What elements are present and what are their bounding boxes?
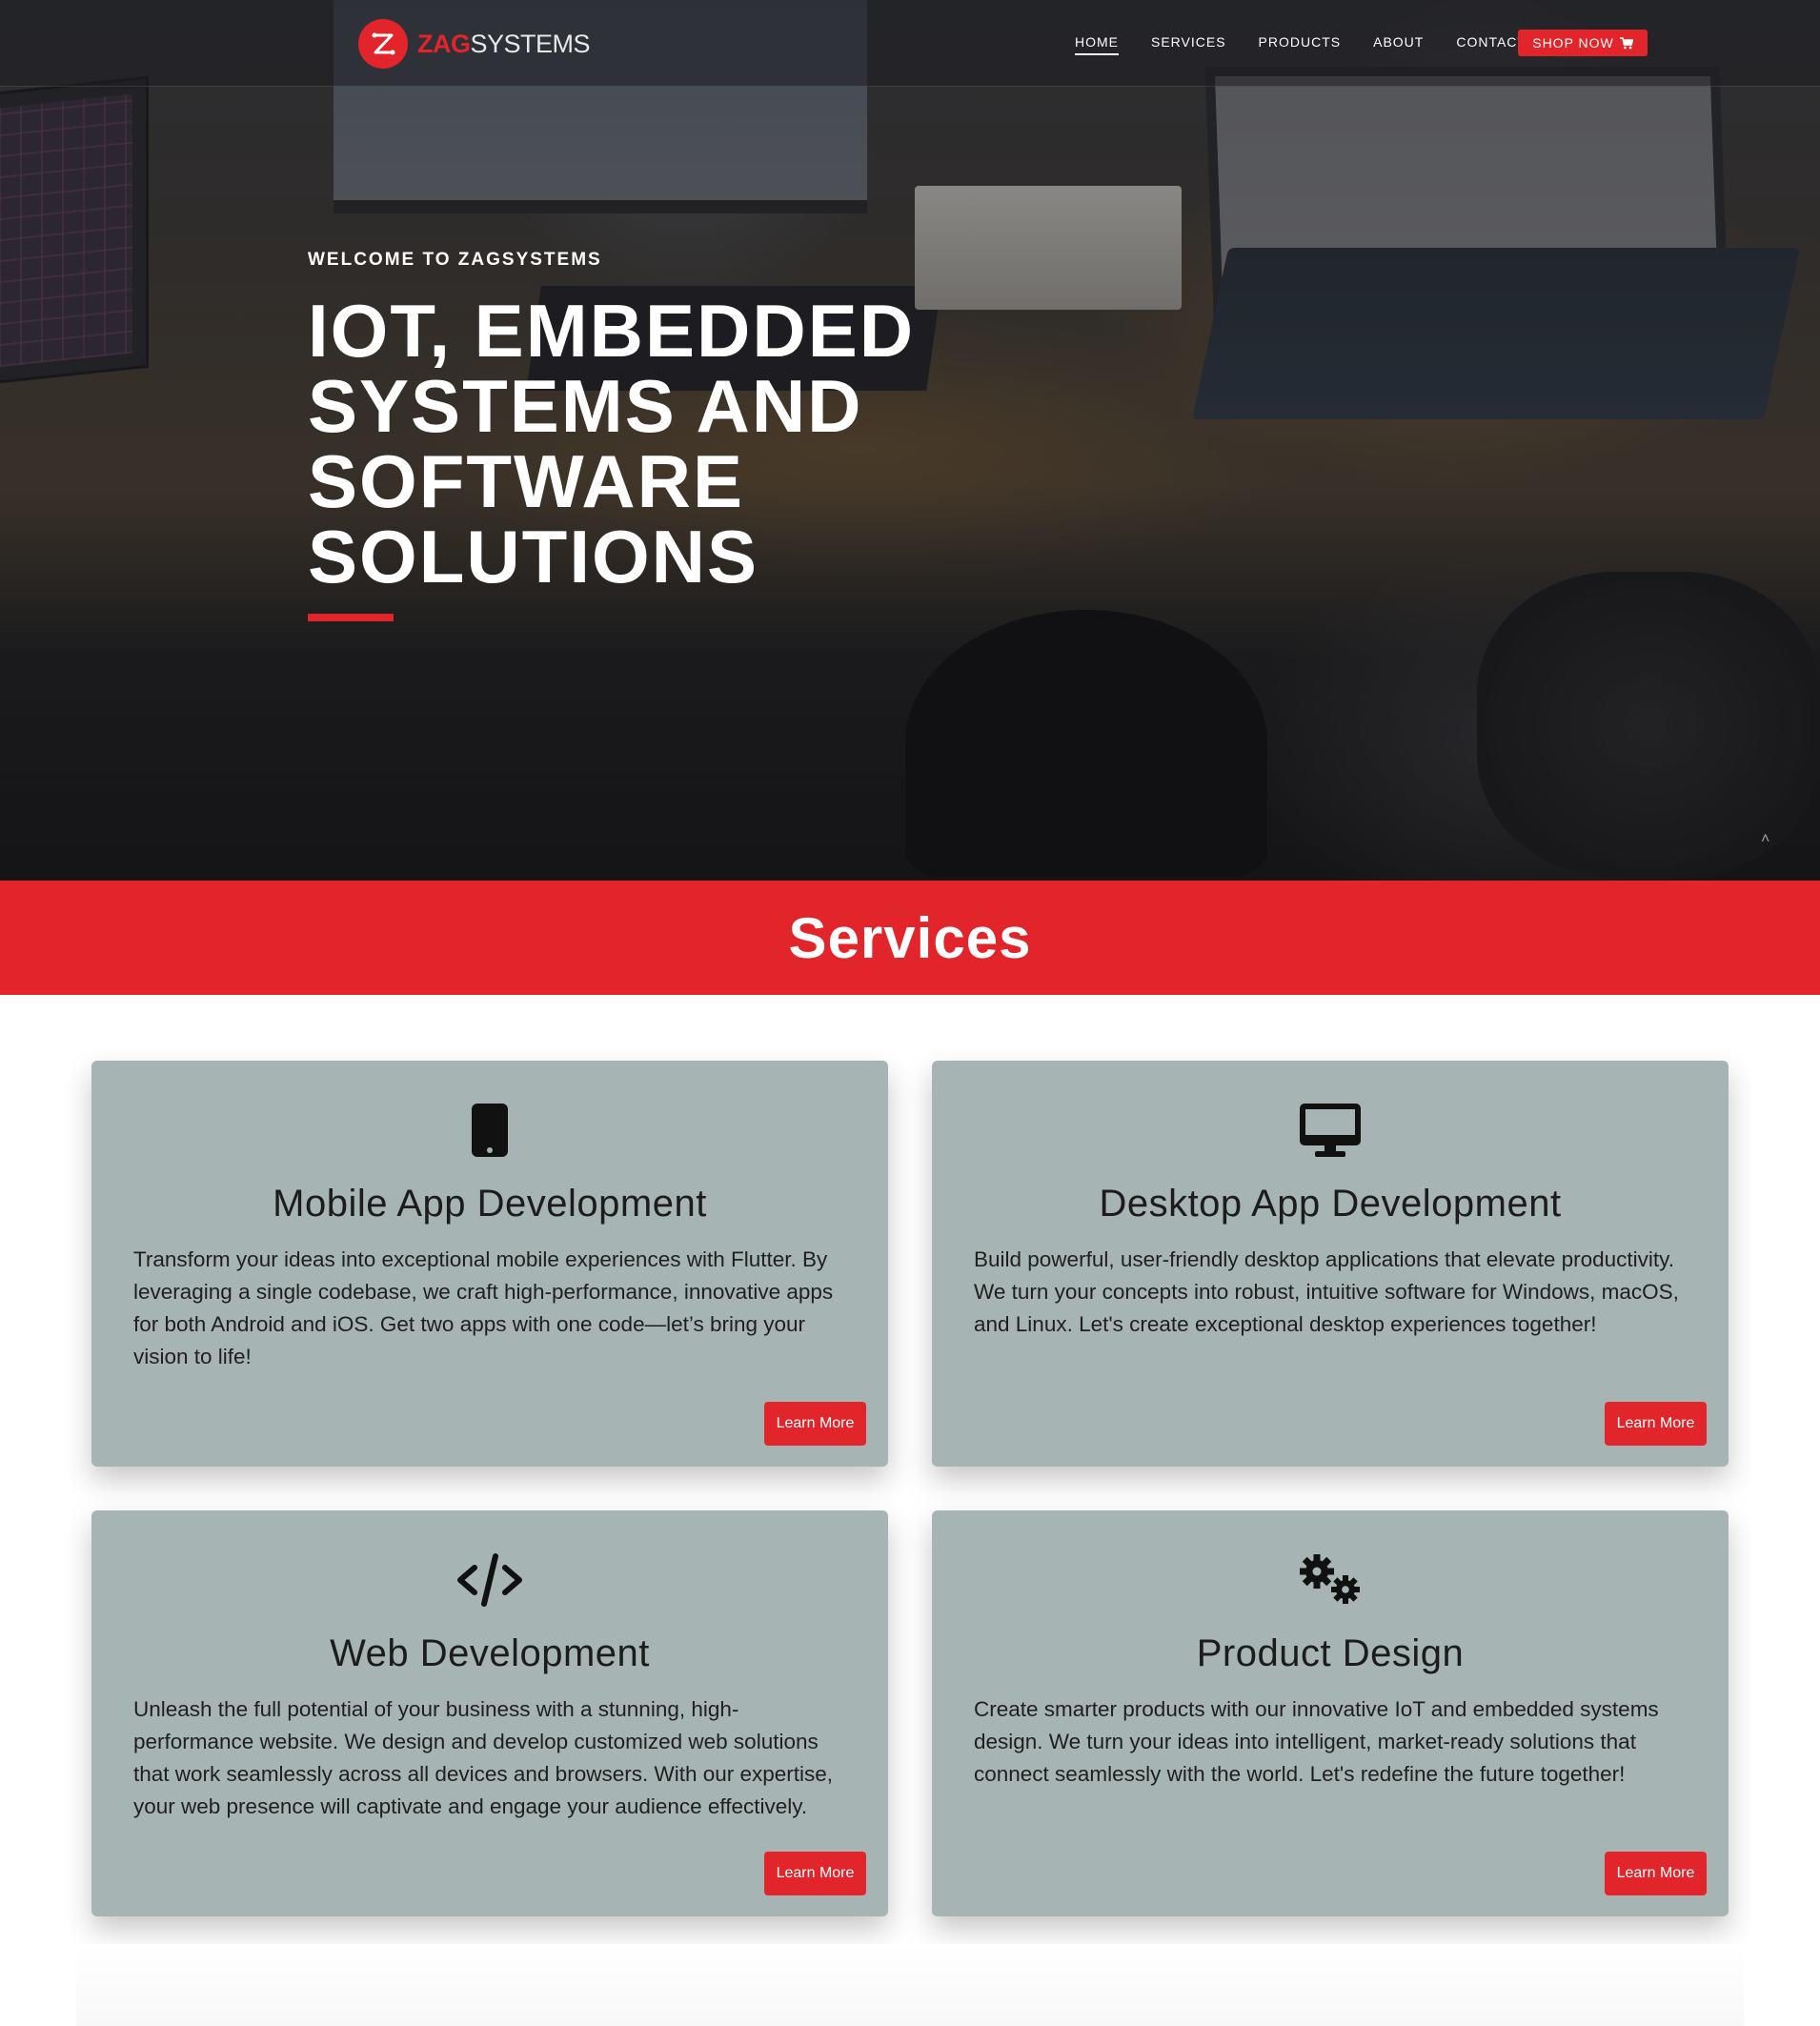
logo-zag-text: ZAG [417,29,471,58]
nav-products[interactable]: PRODUCTS [1259,34,1342,55]
hero-section: ZAGSYSTEMS HOME SERVICES PRODUCTS ABOUT … [0,0,1820,881]
logo-systems-text: SYSTEMS [470,29,591,58]
nav-services[interactable]: SERVICES [1151,34,1226,55]
code-icon [91,1552,888,1619]
next-section-preview [76,1944,1744,2026]
nav-home[interactable]: HOME [1075,34,1119,55]
service-card-description: Unleash the full potential of your busin… [133,1697,834,1818]
shop-now-label: SHOP NOW [1532,35,1614,51]
nav-contact[interactable]: CONTACT [1456,34,1527,55]
learn-more-button[interactable]: Learn More [764,1852,866,1895]
learn-more-button[interactable]: Learn More [1605,1852,1707,1895]
services-banner: Services [0,881,1820,995]
services-title: Services [788,905,1032,970]
chevron-up-icon[interactable]: ˄ [1761,831,1769,848]
learn-more-button[interactable]: Learn More [764,1402,866,1446]
service-card-web: Web Development Unleash the full potenti… [91,1510,888,1916]
learn-more-button[interactable]: Learn More [1605,1402,1707,1446]
service-card-description: Create smarter products with our innovat… [974,1697,1659,1786]
service-card-mobile: Mobile App Development Transform your id… [91,1061,888,1467]
desktop-monitor-icon [932,1103,1729,1169]
service-card-description: Build powerful, user-friendly desktop ap… [974,1247,1679,1336]
hero-welcome-text: WELCOME TO ZAGSYSTEMS [308,250,602,270]
service-card-title: Product Design [1196,1632,1465,1674]
cart-icon [1619,36,1633,49]
service-card-product-design: Product Design Create smarter products w… [932,1510,1729,1916]
service-card-title: Desktop App Development [1099,1183,1562,1225]
main-menu: HOME SERVICES PRODUCTS ABOUT CONTACT [1075,34,1559,55]
service-card-title: Mobile App Development [273,1183,707,1225]
hero-title: IOT, EMBEDDED SYSTEMS AND SOFTWARE SOLUT… [308,289,916,598]
service-card-description: Transform your ideas into exceptional mo… [133,1247,834,1368]
nav-about[interactable]: ABOUT [1373,34,1424,55]
logo-wordmark: ZAGSYSTEMS [417,29,591,59]
hero-content: WELCOME TO ZAGSYSTEMS IOT, EMBEDDED SYST… [308,250,1032,621]
gears-icon [932,1552,1729,1619]
top-navigation: ZAGSYSTEMS HOME SERVICES PRODUCTS ABOUT … [0,0,1820,87]
logo-z-icon [358,19,408,69]
service-card-desktop: Desktop App Development Build powerful, … [932,1061,1729,1467]
mobile-phone-icon [91,1103,888,1169]
shop-now-button[interactable]: SHOP NOW [1518,30,1648,56]
service-card-title: Web Development [330,1632,650,1674]
site-logo[interactable]: ZAGSYSTEMS [358,19,591,69]
hero-accent-bar [308,614,394,621]
